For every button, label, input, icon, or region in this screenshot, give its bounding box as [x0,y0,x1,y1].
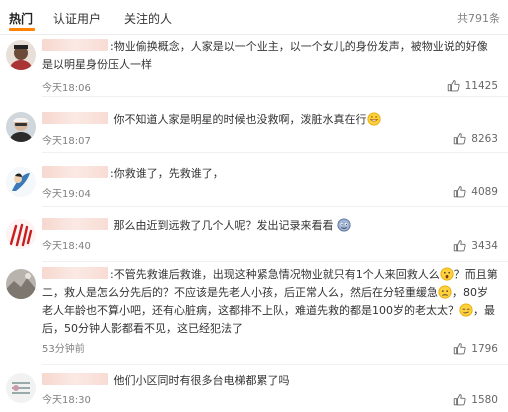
like-count: 8263 [471,132,498,145]
shocked-emoji-icon [440,267,454,281]
thumbs-up-icon [454,343,466,355]
divider [42,206,508,207]
comment-text: :物业偷换概念，人家是以一个业主，以一个女儿的身份发声，被物业说的好像是以明星身… [42,39,488,71]
comment-time: 今天18:07 [42,136,91,147]
sly-emoji-icon [337,218,351,232]
username[interactable] [42,267,108,279]
comment-time: 今天18:06 [42,83,91,94]
avatar[interactable] [6,167,36,197]
grin-emoji-icon [366,112,381,126]
username[interactable] [42,166,108,178]
comment-time: 今天18:30 [42,395,91,406]
like-button[interactable]: 8263 [453,132,498,145]
tab-following[interactable]: 关注的人 [124,10,172,27]
comment-text: :你救谁了，先救谁了， [42,165,498,183]
like-button[interactable]: 1580 [453,393,498,406]
username[interactable] [42,373,108,385]
comment-time: 53分钟前 [42,344,85,355]
like-button[interactable]: 11425 [447,79,498,92]
username[interactable] [42,218,108,230]
username[interactable] [42,112,108,124]
tab-hot[interactable]: 热门 [9,10,33,27]
comment-time: 今天19:04 [42,189,91,200]
total-comment-count: 共791条 [457,12,500,25]
like-count: 1580 [471,393,498,406]
divider [42,261,508,262]
divider [42,152,508,153]
like-button[interactable]: 3434 [453,239,498,252]
divider [42,96,508,97]
avatar[interactable] [6,112,36,142]
like-button[interactable]: 4089 [453,185,498,198]
smirk-emoji-icon [459,303,473,317]
thumbs-up-icon [447,80,460,92]
comment-text: 你不知道人家是明星的时候也没救啊，泼脏水真在行 [42,111,498,129]
like-count: 1796 [471,342,498,355]
comment-time: 今天18:40 [42,241,91,252]
like-button[interactable]: 1796 [453,342,498,355]
comment-text: 他们小区同时有很多台电梯都累了吗 [42,372,498,390]
thumbs-up-icon [454,186,466,198]
divider [42,364,508,365]
thumbs-up-icon [454,394,466,406]
like-count: 3434 [471,239,498,252]
avatar[interactable] [6,269,36,299]
comment-text: :不管先救谁后救谁，出现这种紧急情况物业就只有1个人来回救人么 ？而且第二，救人是… [42,267,498,335]
thumbs-up-icon [454,133,466,145]
like-count: 4089 [471,185,498,198]
worried-emoji-icon [438,285,452,299]
username[interactable] [42,39,108,51]
like-count: 11425 [464,79,498,92]
avatar[interactable] [6,40,36,70]
avatar[interactable] [6,219,36,249]
comment-text: 那么由近到远救了几个人呢？发出记录来看看 [42,217,498,235]
avatar[interactable] [6,373,36,403]
tab-verified-users[interactable]: 认证用户 [53,10,101,27]
thumbs-up-icon [454,240,466,252]
active-tab-indicator [9,28,35,31]
comment-tabs: 热门 认证用户 关注的人 共791条 [0,0,508,35]
